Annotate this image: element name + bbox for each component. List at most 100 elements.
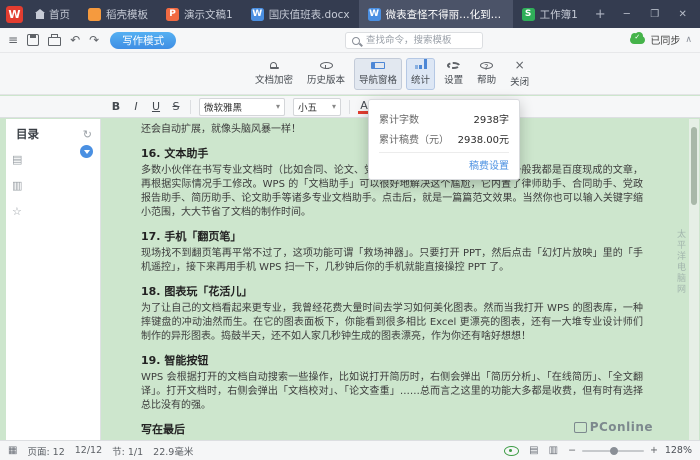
bold-button[interactable]: B — [110, 100, 122, 113]
tab-active-document[interactable]: W 微表查怪不得丽…化到什么程度了 — [358, 0, 513, 28]
chapter-view-icon[interactable]: ▥ — [12, 179, 22, 192]
navigation-pane-button[interactable]: 导航窗格 — [354, 57, 403, 90]
font-size: 小五 — [298, 102, 318, 114]
toc-header: 目录 ↻ — [6, 119, 100, 146]
tab-presentation1[interactable]: P 演示文稿1 — [157, 0, 242, 28]
tab-document-duty-roster[interactable]: W 国庆值班表.docx — [242, 0, 359, 28]
pconline-watermark: PConline — [573, 420, 653, 434]
search-input[interactable] — [364, 34, 478, 47]
italic-button[interactable]: I — [130, 100, 142, 113]
window-controls: ─ ❐ ✕ — [614, 0, 696, 28]
stat-value: 2938字 — [473, 114, 509, 126]
site-watermark-vertical: 太平洋电脑网 — [675, 229, 685, 295]
tab-workbook1[interactable]: S 工作簿1 — [513, 0, 587, 28]
status-page-count: 12/12 — [74, 445, 103, 456]
section-heading: 写在最后 — [141, 423, 185, 436]
status-section: 节: 1/1 — [112, 446, 144, 458]
fee-settings-link[interactable]: 稿费设置 — [379, 157, 509, 172]
section-19: 19. 智能按钮 WPS 会根据打开的文档自动搜索一些操作，比如说打开简历时，右… — [141, 352, 643, 413]
minimize-button[interactable]: ─ — [614, 0, 640, 28]
chevron-down-icon: ▾ — [275, 102, 280, 111]
close-window-button[interactable]: ✕ — [670, 0, 696, 28]
help-button[interactable]: 帮助 — [472, 58, 501, 90]
section-body: WPS 会根据打开的文档自动搜索一些操作，比如说打开简历时，右侧会弹出「简历分析… — [141, 372, 643, 411]
work-area: 目录 ↻ ▤ ▥ ☆ 还会自动扩展，就像头脑风暴一样！ 16. 文本助手 多数小… — [0, 119, 700, 440]
tab-label: 工作簿1 — [539, 8, 578, 21]
button-label: 设置 — [444, 74, 464, 86]
font-size-select[interactable]: 小五 ▾ — [293, 97, 341, 116]
quick-access-toolbar: ≡ ↶ ↷ 写作模式 ✓ 已同步 ∧ — [0, 28, 700, 53]
search-icon — [352, 36, 360, 45]
question-icon — [480, 61, 494, 72]
collapse-panel-button[interactable] — [80, 145, 93, 158]
sync-status[interactable]: ✓ 已同步 ∧ — [630, 31, 692, 47]
button-label: 帮助 — [477, 74, 497, 86]
tab-label: 国庆值班表.docx — [268, 8, 350, 21]
vertical-scrollbar[interactable] — [689, 119, 699, 440]
save-icon[interactable] — [27, 34, 40, 46]
zoom-level[interactable]: 128% — [664, 445, 692, 456]
toc-view-options: ▤ ▥ ☆ — [12, 153, 22, 218]
tab-label: 稻壳模板 — [106, 8, 148, 21]
outline-view-icon[interactable]: ▤ — [12, 153, 22, 166]
bar-chart-icon — [414, 58, 427, 69]
tab-label: 首页 — [49, 8, 70, 21]
strikethrough-button[interactable]: S — [170, 100, 182, 113]
cloud-sync-icon: ✓ — [630, 31, 646, 44]
scrollbar-thumb[interactable] — [691, 127, 697, 205]
divider — [379, 152, 509, 153]
status-page: 页面: 12 — [27, 446, 65, 458]
encrypt-document-button[interactable]: 文档加密 — [250, 58, 298, 90]
collapse-ribbon-icon[interactable]: ∧ — [685, 35, 692, 45]
button-label: 历史版本 — [307, 74, 346, 86]
toc-title: 目录 — [16, 127, 39, 141]
new-tab-button[interactable]: + — [587, 7, 614, 22]
button-label: 统计 — [411, 74, 431, 86]
zoom-slider[interactable] — [582, 446, 645, 455]
refresh-icon[interactable]: ↻ — [83, 128, 92, 141]
statistics-button[interactable]: 统计 — [406, 57, 436, 90]
eye-protection-icon[interactable] — [504, 445, 520, 456]
button-label: 导航窗格 — [359, 74, 398, 86]
undo-icon[interactable]: ↶ — [70, 34, 80, 46]
page-grid-icon: ▦ — [8, 445, 18, 456]
presentation-icon: P — [166, 7, 179, 21]
menu-icon[interactable]: ≡ — [8, 34, 18, 46]
settings-button[interactable]: 设置 — [439, 58, 468, 90]
maximize-button[interactable]: ❐ — [642, 0, 668, 28]
wps-logo-icon: W — [6, 5, 23, 23]
redo-icon[interactable]: ↷ — [89, 34, 99, 46]
stat-label: 累计字数 — [379, 114, 419, 126]
print-icon[interactable] — [48, 34, 62, 46]
home-icon — [35, 8, 45, 19]
font-family-select[interactable]: 微软雅黑 ▾ — [199, 97, 285, 116]
page-view-icon[interactable]: ▤ — [529, 445, 538, 456]
clock-icon — [319, 61, 333, 69]
stat-row: 累计字数 2938字 — [379, 108, 509, 128]
button-label: 关闭 — [510, 76, 530, 88]
history-versions-button[interactable]: 历史版本 — [302, 58, 350, 90]
tab-home[interactable]: 首页 — [27, 0, 79, 28]
wps-window: W 首页 稻壳模板 P 演示文稿1 W 国庆值班表.docx W 微表查怪不得丽… — [0, 0, 700, 460]
web-view-icon[interactable]: ▥ — [549, 445, 558, 456]
writing-mode-button[interactable]: 写作模式 — [110, 31, 177, 49]
stat-row: 累计稿费（元） 2938.00元 — [379, 128, 509, 148]
separator — [190, 99, 191, 114]
tab-docer-templates[interactable]: 稻壳模板 — [79, 0, 157, 28]
stat-value: 2938.00元 — [457, 134, 509, 146]
statistics-popup: 累计字数 2938字 累计稿费（元） 2938.00元 稿费设置 — [368, 99, 520, 180]
section-18: 18. 图表玩「花活儿」 为了让自己的文档看起来更专业，我曾经花费大量时间去学习… — [141, 283, 643, 344]
zoom-controls: − + 128% — [568, 445, 692, 456]
section-body: 现场找不到翻页笔再平常不过了，这项功能可谓「救场神器」。只要打开 PPT，然后点… — [141, 248, 643, 273]
command-search[interactable] — [345, 32, 483, 49]
zoom-out-button[interactable]: − — [568, 445, 576, 456]
watermark-text: PConline — [589, 420, 653, 434]
zoom-slider-knob[interactable] — [609, 446, 618, 455]
zoom-in-button[interactable]: + — [650, 445, 658, 456]
underline-button[interactable]: U — [150, 100, 162, 113]
close-pane-button[interactable]: × 关闭 — [505, 58, 534, 90]
bookmark-view-icon[interactable]: ☆ — [12, 205, 22, 218]
tab-label: 微表查怪不得丽…化到什么程度了 — [385, 8, 504, 21]
titlebar: W 首页 稻壳模板 P 演示文稿1 W 国庆值班表.docx W 微表查怪不得丽… — [0, 0, 700, 28]
stat-label: 累计稿费（元） — [379, 134, 449, 146]
